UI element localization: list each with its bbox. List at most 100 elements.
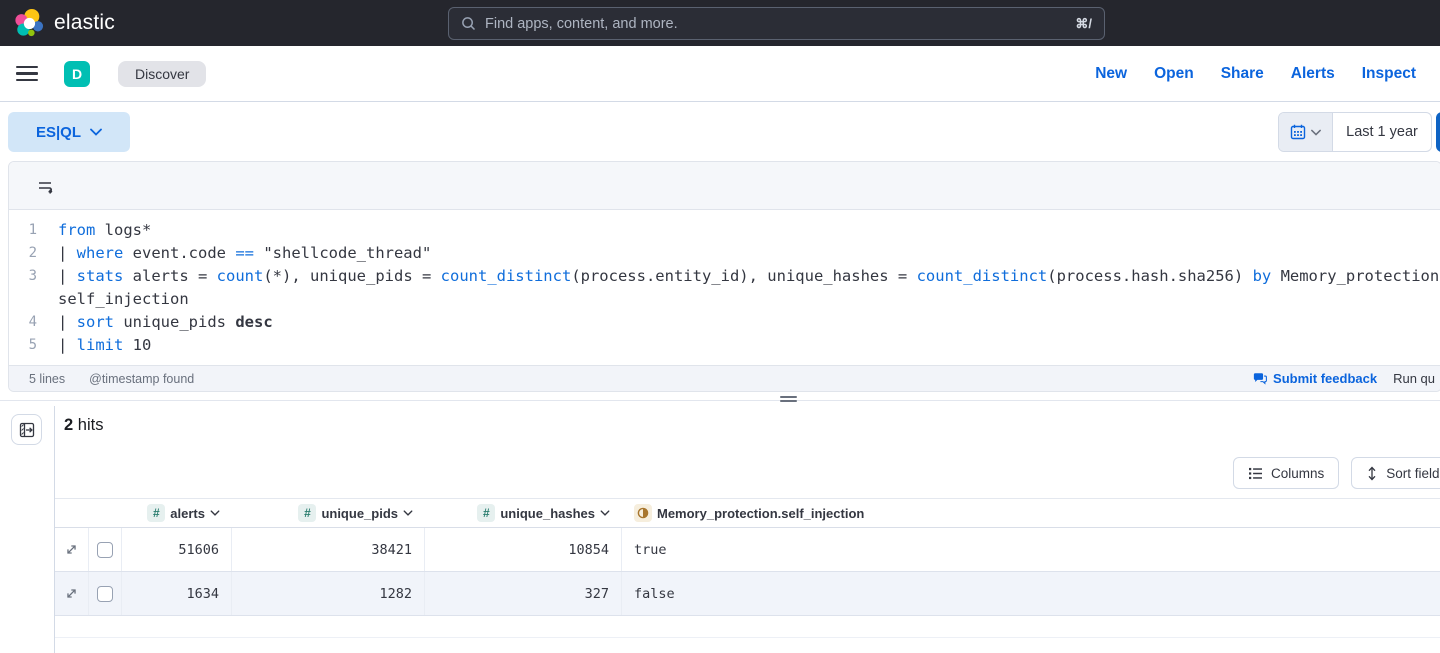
table-row: 1634 1282 327 false	[55, 572, 1440, 616]
columns-button-label: Columns	[1271, 466, 1324, 481]
update-query-button[interactable]	[1436, 112, 1440, 152]
code-line[interactable]: 3| stats alerts = count(*), unique_pids …	[9, 265, 1440, 288]
run-query-button[interactable]: Run qu	[1393, 371, 1435, 386]
column-header-alerts[interactable]: # alerts	[122, 504, 232, 522]
code-line[interactable]: 4| sort unique_pids desc	[9, 311, 1440, 334]
number-field-icon: #	[477, 504, 495, 522]
code-text: | stats alerts = count(*), unique_pids =…	[37, 265, 1440, 288]
nav-actions: New Open Share Alerts Inspect	[1095, 65, 1424, 83]
column-header-unique-hashes[interactable]: # unique_hashes	[425, 504, 622, 522]
global-header: elastic Find apps, content, and more. ⌘/	[0, 0, 1440, 46]
row-checkbox[interactable]	[97, 586, 113, 602]
cell-unique-pids: 38421	[232, 528, 425, 571]
line-number: 1	[9, 219, 37, 242]
discover-app-badge[interactable]: D	[64, 61, 90, 87]
esql-editor-toolbar	[9, 162, 1440, 210]
expand-row-cell	[55, 572, 89, 615]
line-number: 3	[9, 265, 37, 288]
row-checkbox[interactable]	[97, 542, 113, 558]
cell-unique-hashes: 10854	[425, 528, 622, 571]
chevron-down-icon	[90, 128, 102, 136]
date-picker-quick-menu[interactable]	[1279, 113, 1333, 151]
results-data-grid: # alerts # unique_pids # unique_hashes M…	[55, 498, 1440, 616]
columns-button[interactable]: Columns	[1233, 457, 1339, 489]
esql-editor-code[interactable]: 1from logs*2| where event.code == "shell…	[9, 210, 1440, 365]
grid-header-row: # alerts # unique_pids # unique_hashes M…	[55, 498, 1440, 528]
code-line[interactable]: self_injection	[9, 288, 1440, 311]
brand-name: elastic	[54, 11, 115, 35]
sort-fields-button[interactable]: Sort fields	[1351, 457, 1440, 489]
panel-divider	[0, 400, 1440, 401]
search-placeholder: Find apps, content, and more.	[485, 16, 678, 32]
grid-toolbar: Columns Sort fields	[1233, 457, 1440, 489]
alerts-button[interactable]: Alerts	[1291, 65, 1335, 83]
column-header-memory-protection[interactable]: Memory_protection.self_injection	[622, 504, 1440, 522]
chevron-down-icon	[403, 510, 413, 516]
results-section: 2 hits Columns Sort fields # alerts	[0, 406, 1440, 653]
line-number: 4	[9, 311, 37, 334]
cell-memory-protection: true	[622, 528, 1440, 571]
code-line[interactable]: 5| limit 10	[9, 334, 1440, 357]
boolean-field-icon	[634, 504, 652, 522]
share-button[interactable]: Share	[1221, 65, 1264, 83]
hits-label: hits	[78, 416, 104, 434]
feedback-bubble-icon	[1253, 372, 1267, 385]
grid-bottom-border	[55, 637, 1440, 638]
submit-feedback-label: Submit feedback	[1273, 371, 1377, 386]
open-fields-sidebar-button[interactable]	[11, 414, 42, 445]
line-count: 5 lines	[29, 372, 65, 386]
open-button[interactable]: Open	[1154, 65, 1194, 83]
global-search-input[interactable]: Find apps, content, and more. ⌘/	[448, 7, 1105, 40]
expand-row-icon[interactable]	[65, 543, 78, 556]
time-range-value[interactable]: Last 1 year	[1333, 113, 1431, 151]
number-field-icon: #	[298, 504, 316, 522]
hits-value: 2	[64, 416, 73, 434]
expand-row-icon[interactable]	[65, 587, 78, 600]
cell-memory-protection: false	[622, 572, 1440, 615]
code-text: self_injection	[37, 288, 189, 311]
line-number	[9, 288, 37, 311]
search-icon	[461, 16, 476, 31]
sort-fields-button-label: Sort fields	[1386, 466, 1440, 481]
line-number: 2	[9, 242, 37, 265]
search-shortcut-hint: ⌘/	[1075, 16, 1092, 32]
resize-drag-handle[interactable]	[780, 396, 797, 402]
number-field-icon: #	[147, 504, 165, 522]
code-line[interactable]: 2| where event.code == "shellcode_thread…	[9, 242, 1440, 265]
sort-arrows-icon	[1366, 466, 1378, 481]
line-number: 5	[9, 334, 37, 357]
inspect-button[interactable]: Inspect	[1362, 65, 1416, 83]
column-header-unique-pids[interactable]: # unique_pids	[232, 504, 425, 522]
select-row-cell	[89, 572, 122, 615]
menu-hamburger-icon[interactable]	[16, 66, 38, 82]
table-row: 51606 38421 10854 true	[55, 528, 1440, 572]
code-text: | limit 10	[37, 334, 151, 357]
sidebar-rail	[0, 406, 55, 653]
breadcrumb[interactable]: Discover	[118, 61, 206, 87]
hits-count: 2 hits	[64, 416, 103, 435]
select-row-cell	[89, 528, 122, 571]
esql-mode-label: ES|QL	[36, 124, 81, 141]
elastic-brand[interactable]: elastic	[0, 8, 115, 38]
list-icon	[1248, 467, 1263, 480]
code-text: | sort unique_pids desc	[37, 311, 273, 334]
esql-editor-panel: 1from logs*2| where event.code == "shell…	[8, 161, 1440, 392]
calendar-icon	[1290, 124, 1306, 140]
code-text: | where event.code == "shellcode_thread"	[37, 242, 431, 265]
elastic-logo-icon	[14, 8, 44, 38]
word-wrap-icon[interactable]	[36, 177, 54, 195]
code-text: from logs*	[37, 219, 151, 242]
cell-unique-hashes: 327	[425, 572, 622, 615]
date-picker: Last 1 year	[1278, 112, 1432, 152]
new-button[interactable]: New	[1095, 65, 1127, 83]
chevron-down-icon	[600, 510, 610, 516]
query-bar: ES|QL Last 1 year	[0, 102, 1440, 161]
cell-alerts: 1634	[122, 572, 232, 615]
submit-feedback-link[interactable]: Submit feedback	[1253, 371, 1377, 386]
code-line[interactable]: 1from logs*	[9, 219, 1440, 242]
chevron-down-icon	[210, 510, 220, 516]
timestamp-found-note: @timestamp found	[89, 372, 194, 386]
esql-mode-dropdown[interactable]: ES|QL	[8, 112, 130, 152]
expand-row-cell	[55, 528, 89, 571]
esql-editor-footer: 5 lines @timestamp found Submit feedback…	[9, 365, 1440, 391]
